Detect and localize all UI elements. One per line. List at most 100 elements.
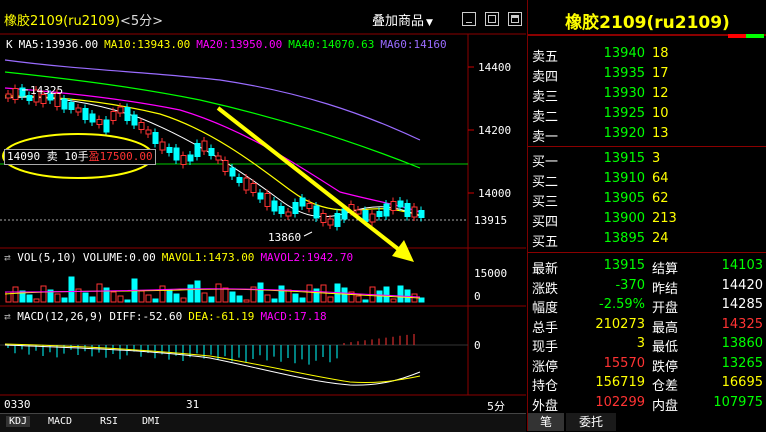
candle-body bbox=[327, 218, 334, 226]
bid-row-4[interactable]: 买四 13900 213 bbox=[528, 210, 766, 230]
stat-row-3: 幅度 -2.59% 开盘 14285 bbox=[528, 296, 766, 316]
stat-value-6a: 15570 bbox=[603, 355, 645, 371]
volume-bar bbox=[40, 285, 47, 303]
stat-value-5b: 13860 bbox=[721, 336, 763, 351]
candle-body bbox=[306, 203, 313, 209]
dea-line bbox=[4, 343, 421, 384]
order-tag-price: 14090 bbox=[7, 150, 41, 163]
volume-bar bbox=[355, 295, 362, 303]
bid-row-1-volume: 3 bbox=[652, 151, 661, 166]
volume-refresh-icon[interactable]: ⇄ bbox=[4, 251, 11, 264]
volume-bar bbox=[138, 290, 145, 303]
price-tick-14000: 14000 bbox=[468, 187, 511, 200]
volume-bar bbox=[362, 299, 369, 303]
volume-bar bbox=[222, 287, 229, 303]
volume-bar bbox=[341, 287, 348, 303]
bid-row-4-label: 买四 bbox=[532, 215, 559, 230]
volume-legend-item-1: VOLUME:0.00 bbox=[82, 251, 156, 264]
candle-body bbox=[278, 206, 285, 214]
candle-body bbox=[117, 106, 124, 114]
volume-bar bbox=[397, 285, 404, 303]
volume-bar bbox=[152, 298, 159, 303]
volume-bar bbox=[159, 285, 166, 303]
stat-label-8a: 外盘 bbox=[532, 398, 559, 414]
tab-kdj[interactable]: KDJ bbox=[6, 416, 31, 427]
tab-orders[interactable]: 委托 bbox=[566, 413, 616, 431]
volume-legend: ⇄ VOL(5,10) VOLUME:0.00 MAVOL1:1473.00 MAVO… bbox=[4, 251, 359, 264]
macd-legend-item-2: DEA:-61.19 bbox=[188, 310, 255, 323]
time-axis-mid: 31 bbox=[186, 398, 200, 411]
stat-value-8a: 102299 bbox=[595, 394, 645, 410]
ask-row-1[interactable]: 卖五 13940 18 bbox=[528, 45, 766, 65]
quote-panel: 橡胶2109(ru2109) 卖五 13940 18 卖四 13935 17 卖三 13930… bbox=[527, 0, 766, 431]
price-chart-canvas[interactable]: 14400 14200 14000 13915 14325 13860 1500… bbox=[0, 0, 526, 413]
volume-bar bbox=[117, 295, 124, 303]
volume-bar bbox=[103, 287, 110, 303]
ask-row-2-volume: 17 bbox=[652, 66, 669, 81]
ask-row-5-price: 13920 bbox=[603, 126, 645, 141]
stat-label-2b: 昨结 bbox=[652, 281, 679, 297]
stat-value-3a: -2.59% bbox=[599, 297, 645, 312]
stat-row-5: 现手 3 最低 13860 bbox=[528, 335, 766, 355]
high-label: 14325 bbox=[30, 84, 63, 97]
price-tick-14200-label: 14200 bbox=[478, 124, 511, 137]
volume-bar bbox=[54, 293, 61, 303]
bid-row-3-label: 买三 bbox=[532, 195, 559, 210]
ask-row-3[interactable]: 卖三 13930 12 bbox=[528, 85, 766, 105]
candle-body bbox=[110, 111, 117, 121]
volume-bar bbox=[327, 296, 334, 303]
trend-arrow-head bbox=[392, 240, 414, 262]
order-tag-profit: 盈17500.00 bbox=[88, 150, 153, 163]
bid-row-3[interactable]: 买三 13905 62 bbox=[528, 190, 766, 210]
candle-body bbox=[313, 205, 320, 219]
volume-bar bbox=[145, 294, 152, 303]
current-price-tag: 13915 bbox=[474, 214, 507, 227]
bid-row-1-label: 买一 bbox=[532, 155, 559, 170]
candle-body bbox=[201, 140, 208, 152]
tab-dmi[interactable]: DMI bbox=[142, 416, 160, 427]
candle-body bbox=[250, 183, 257, 193]
chart-area[interactable]: 橡胶2109(ru2109) <5分> 叠加商品 ▼ K MA5:13936.00 M… bbox=[0, 0, 526, 432]
ask-row-2[interactable]: 卖四 13935 17 bbox=[528, 65, 766, 85]
macd-legend-item-0: MACD(12,26,9) bbox=[17, 310, 104, 323]
volume-bar bbox=[418, 297, 425, 303]
price-tick-14200: 14200 bbox=[468, 124, 511, 137]
stat-value-5a: 3 bbox=[636, 336, 645, 351]
low-marker bbox=[303, 231, 313, 237]
ask-row-1-volume: 18 bbox=[652, 46, 669, 61]
ask-row-4-price: 13925 bbox=[603, 106, 645, 121]
candle-body bbox=[103, 119, 110, 133]
bid-row-5[interactable]: 买五 13895 24 bbox=[528, 230, 766, 250]
tab-macd[interactable]: MACD bbox=[48, 416, 72, 427]
macd-refresh-icon[interactable]: ⇄ bbox=[4, 310, 11, 323]
candle-body bbox=[334, 213, 341, 227]
candle-body bbox=[390, 201, 397, 211]
volume-bar bbox=[187, 284, 194, 303]
volume-legend-item-2: MAVOL1:1473.00 bbox=[161, 251, 255, 264]
candle-body bbox=[5, 93, 12, 99]
flag-icon bbox=[728, 34, 764, 38]
tab-rsi[interactable]: RSI bbox=[100, 416, 118, 427]
ask-row-4[interactable]: 卖二 13925 10 bbox=[528, 105, 766, 125]
volume-legend-item-3: MAVOL2:1942.70 bbox=[260, 251, 354, 264]
time-axis-period: 5分 bbox=[487, 400, 505, 413]
candle-body bbox=[222, 160, 229, 172]
volume-bar bbox=[180, 297, 187, 303]
bid-row-2[interactable]: 买二 13910 64 bbox=[528, 170, 766, 190]
tab-trades[interactable]: 笔 bbox=[528, 413, 564, 431]
volume-bar bbox=[299, 297, 306, 303]
candle-body bbox=[159, 141, 166, 151]
stat-value-7b: 16695 bbox=[721, 375, 763, 390]
time-axis-start: 0330 bbox=[4, 398, 31, 411]
volume-bar bbox=[26, 294, 33, 303]
ask-row-5[interactable]: 卖一 13920 13 bbox=[528, 125, 766, 145]
candle-body bbox=[96, 119, 103, 125]
candle-body bbox=[68, 102, 75, 110]
stat-row-6: 涨停 15570 跌停 13265 bbox=[528, 355, 766, 375]
bid-row-1[interactable]: 买一 13915 3 bbox=[528, 150, 766, 170]
candle-body bbox=[418, 210, 425, 218]
ask-row-4-label: 卖二 bbox=[532, 110, 559, 125]
ask-row-2-label: 卖四 bbox=[532, 70, 559, 85]
order-tag[interactable]: 14090 卖 10手盈17500.00 bbox=[4, 149, 156, 165]
stat-value-2b: 14420 bbox=[721, 277, 763, 293]
